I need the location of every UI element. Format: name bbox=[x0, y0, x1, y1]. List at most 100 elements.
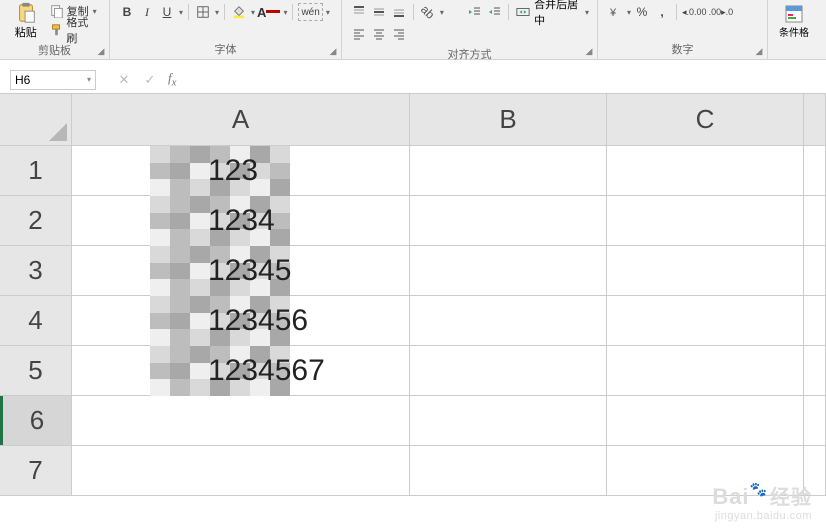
phonetic-button[interactable]: wén bbox=[298, 3, 322, 21]
fx-button[interactable]: fx bbox=[168, 70, 176, 89]
orientation-button[interactable]: ab bbox=[419, 3, 437, 21]
cell-d4[interactable] bbox=[804, 296, 826, 345]
cell-b4[interactable] bbox=[410, 296, 607, 345]
cell-c3[interactable] bbox=[607, 246, 804, 295]
row-header-2[interactable]: 2 bbox=[0, 196, 72, 245]
row-header-6[interactable]: 6 bbox=[0, 396, 72, 445]
cell-a1-value: 123 bbox=[208, 154, 258, 188]
align-center-button[interactable] bbox=[370, 25, 388, 43]
cell-c1[interactable] bbox=[607, 146, 804, 195]
cell-d2[interactable] bbox=[804, 196, 826, 245]
increase-indent-button[interactable] bbox=[485, 3, 503, 21]
clipboard-icon bbox=[15, 2, 37, 24]
font-color-button[interactable]: A bbox=[257, 3, 280, 21]
cell-d5[interactable] bbox=[804, 346, 826, 395]
cell-c7[interactable] bbox=[607, 446, 804, 495]
cell-d1[interactable] bbox=[804, 146, 826, 195]
chevron-down-icon[interactable]: ▾ bbox=[179, 8, 183, 17]
border-button[interactable] bbox=[194, 3, 212, 21]
paste-button[interactable]: 粘贴 bbox=[8, 2, 44, 40]
percent-button[interactable]: % bbox=[633, 3, 651, 21]
cell-a2[interactable]: 1234 bbox=[72, 196, 410, 245]
align-middle-icon bbox=[372, 5, 386, 19]
cell-d6[interactable] bbox=[804, 396, 826, 445]
align-bottom-button[interactable] bbox=[390, 3, 408, 21]
cell-b1[interactable] bbox=[410, 146, 607, 195]
decrease-decimal-button[interactable]: .00▸.0 bbox=[709, 3, 734, 21]
comma-button[interactable]: , bbox=[653, 3, 671, 21]
underline-button[interactable]: U bbox=[158, 3, 176, 21]
cond-format-icon bbox=[784, 4, 804, 24]
row-header-7[interactable]: 7 bbox=[0, 446, 72, 495]
row-header-3[interactable]: 3 bbox=[0, 246, 72, 295]
cell-a5-value: 1234567 bbox=[208, 354, 325, 388]
cell-a3-value: 12345 bbox=[208, 254, 291, 288]
align-left-button[interactable] bbox=[350, 25, 368, 43]
cell-a3[interactable]: 12345 bbox=[72, 246, 410, 295]
formula-input[interactable] bbox=[182, 70, 826, 90]
cell-a5[interactable]: 1234567 bbox=[72, 346, 410, 395]
copy-icon bbox=[50, 4, 64, 18]
currency-button[interactable]: ¥ bbox=[606, 3, 624, 21]
row-header-4[interactable]: 4 bbox=[0, 296, 72, 345]
align-top-icon bbox=[352, 5, 366, 19]
chevron-down-icon[interactable]: ▾ bbox=[627, 8, 631, 17]
cancel-formula-button[interactable]: ✕ bbox=[116, 72, 132, 88]
chevron-down-icon[interactable]: ▾ bbox=[440, 8, 444, 17]
chevron-down-icon[interactable]: ▾ bbox=[251, 8, 255, 17]
chevron-down-icon[interactable]: ▾ bbox=[215, 8, 219, 17]
merge-button[interactable] bbox=[514, 3, 532, 21]
align-left-icon bbox=[352, 27, 366, 41]
conditional-format-button[interactable]: 条件格 bbox=[776, 2, 812, 40]
group-clipboard-label: 剪贴板 bbox=[8, 40, 101, 60]
row-header-1[interactable]: 1 bbox=[0, 146, 72, 195]
outdent-icon bbox=[467, 5, 481, 19]
bold-button[interactable]: B bbox=[118, 3, 136, 21]
decrease-indent-button[interactable] bbox=[465, 3, 483, 21]
format-painter-button[interactable]: 格式刷 bbox=[48, 21, 101, 39]
chevron-down-icon[interactable]: ▾ bbox=[87, 75, 91, 84]
cell-d7[interactable] bbox=[804, 446, 826, 495]
column-header-c[interactable]: C bbox=[607, 94, 804, 145]
italic-button[interactable]: I bbox=[138, 3, 156, 21]
chevron-down-icon[interactable]: ▾ bbox=[283, 8, 287, 17]
cell-a4-value: 123456 bbox=[208, 304, 308, 338]
column-header-b[interactable]: B bbox=[410, 94, 607, 145]
cell-a7[interactable] bbox=[72, 446, 410, 495]
cell-a4[interactable]: 123456 bbox=[72, 296, 410, 345]
column-header-d[interactable] bbox=[804, 94, 826, 145]
number-launcher[interactable]: ◢ bbox=[753, 45, 765, 57]
cell-a6[interactable] bbox=[72, 396, 410, 445]
row-header-5[interactable]: 5 bbox=[0, 346, 72, 395]
chevron-down-icon[interactable]: ▾ bbox=[585, 8, 589, 17]
cell-d3[interactable] bbox=[804, 246, 826, 295]
align-right-button[interactable] bbox=[390, 25, 408, 43]
cell-b6[interactable] bbox=[410, 396, 607, 445]
brush-icon bbox=[50, 23, 64, 37]
cell-c2[interactable] bbox=[607, 196, 804, 245]
alignment-launcher[interactable]: ◢ bbox=[583, 45, 595, 57]
cell-b3[interactable] bbox=[410, 246, 607, 295]
formula-bar: H6 ▾ ✕ ✓ fx bbox=[0, 66, 826, 94]
align-middle-button[interactable] bbox=[370, 3, 388, 21]
cell-b2[interactable] bbox=[410, 196, 607, 245]
name-box[interactable]: H6 ▾ bbox=[10, 70, 96, 90]
cell-c4[interactable] bbox=[607, 296, 804, 345]
cell-c6[interactable] bbox=[607, 396, 804, 445]
chevron-down-icon[interactable]: ▾ bbox=[326, 8, 330, 17]
clipboard-launcher[interactable]: ◢ bbox=[95, 45, 107, 57]
cell-b7[interactable] bbox=[410, 446, 607, 495]
cell-c5[interactable] bbox=[607, 346, 804, 395]
row-1: 1 123 bbox=[0, 146, 826, 196]
cell-a1[interactable]: 123 bbox=[72, 146, 410, 195]
font-launcher[interactable]: ◢ bbox=[327, 45, 339, 57]
row-6: 6 bbox=[0, 396, 826, 446]
cell-b5[interactable] bbox=[410, 346, 607, 395]
align-top-button[interactable] bbox=[350, 3, 368, 21]
column-header-a[interactable]: A bbox=[72, 94, 410, 145]
align-bottom-icon bbox=[392, 5, 406, 19]
accept-formula-button[interactable]: ✓ bbox=[142, 72, 158, 88]
fill-color-button[interactable] bbox=[230, 3, 248, 21]
select-all-corner[interactable] bbox=[0, 94, 72, 145]
increase-decimal-button[interactable]: ◂.0.00 bbox=[682, 3, 707, 21]
